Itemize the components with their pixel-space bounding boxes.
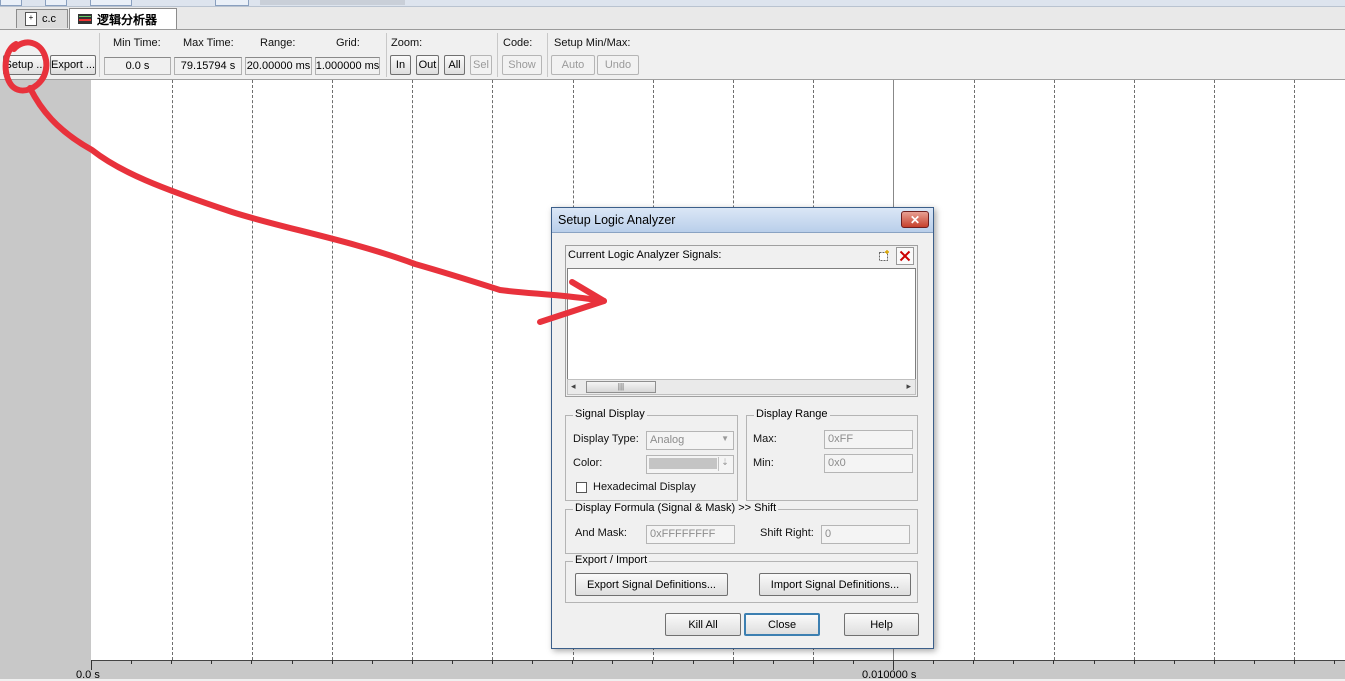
annotation-arrow-curve: [27, 85, 607, 304]
annotation-arrowhead: [537, 279, 607, 325]
red-annotation-overlay: [2, 39, 607, 325]
annotation-circle: [2, 39, 50, 94]
